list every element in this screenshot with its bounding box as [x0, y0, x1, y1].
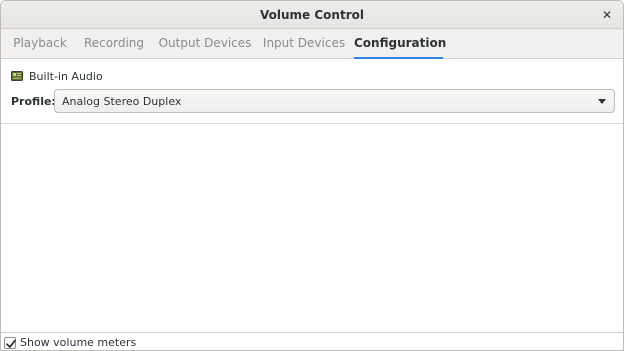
- footer: Show volume meters: [1, 332, 623, 350]
- card-name: Built-in Audio: [29, 69, 103, 83]
- tab-input-devices[interactable]: Input Devices: [262, 29, 346, 59]
- window-title: Volume Control: [260, 8, 364, 22]
- close-icon: ✕: [601, 8, 613, 22]
- titlebar: Volume Control ✕: [1, 1, 623, 29]
- checkmark-icon: [6, 339, 16, 348]
- show-volume-meters-label[interactable]: Show volume meters: [20, 336, 136, 349]
- profile-label: Profile:: [11, 95, 56, 108]
- profile-dropdown[interactable]: Analog Stereo Duplex: [54, 89, 615, 113]
- tab-output-devices[interactable]: Output Devices: [157, 29, 253, 59]
- tab-playback[interactable]: Playback: [9, 29, 71, 59]
- audio-card-icon: [11, 70, 23, 82]
- volume-control-window: Volume Control ✕ Playback Recording Outp…: [0, 0, 624, 351]
- close-button[interactable]: ✕: [599, 7, 615, 23]
- tab-recording[interactable]: Recording: [81, 29, 147, 59]
- profile-selected-value: Analog Stereo Duplex: [62, 95, 182, 108]
- configuration-panel: Built-in Audio Profile: Analog Stereo Du…: [1, 60, 623, 332]
- show-volume-meters-checkbox[interactable]: [4, 337, 16, 349]
- chevron-down-icon: [598, 99, 606, 104]
- divider: [1, 123, 623, 124]
- tab-bar: Playback Recording Output Devices Input …: [1, 29, 623, 59]
- tab-configuration[interactable]: Configuration: [354, 29, 446, 59]
- card-header: Built-in Audio: [11, 69, 103, 83]
